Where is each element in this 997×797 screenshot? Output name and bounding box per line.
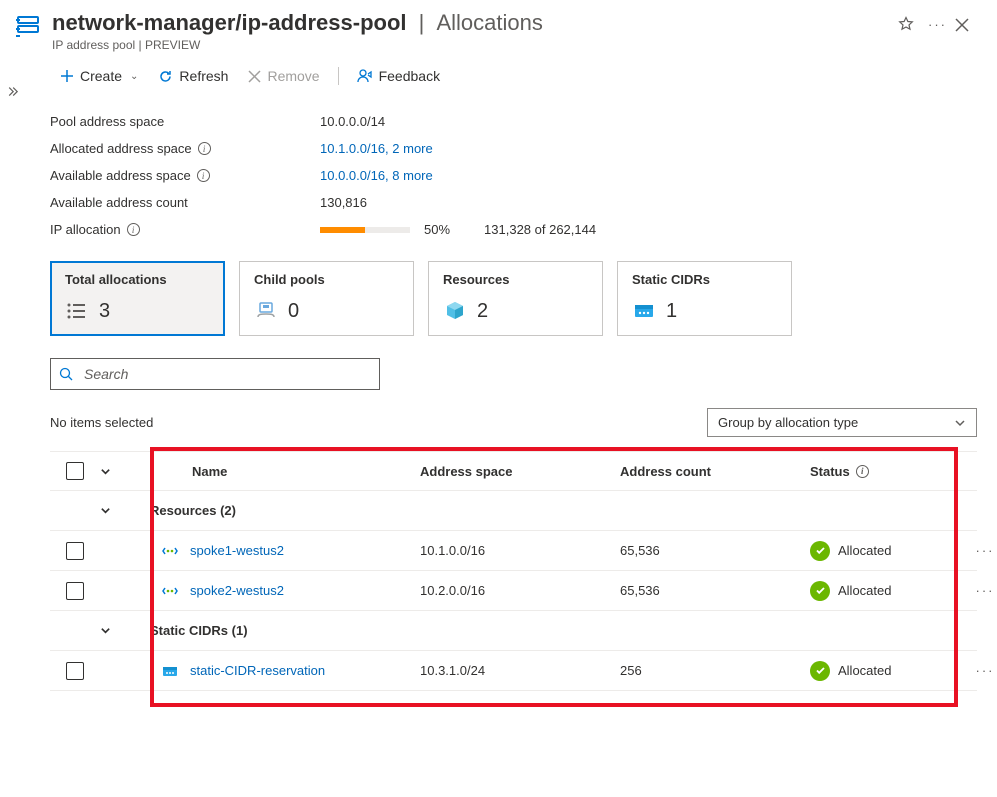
row-checkbox[interactable] [66, 542, 84, 560]
remove-button: Remove [240, 64, 327, 88]
ip-alloc-label: IP allocation i [50, 222, 320, 237]
available-space-label: Available address space i [50, 168, 320, 183]
row-name-link[interactable]: spoke2-westus2 [190, 583, 284, 598]
row-checkbox[interactable] [66, 662, 84, 680]
card-child-pools[interactable]: Child pools 0 [239, 261, 414, 336]
expand-all-toggle[interactable] [100, 466, 150, 477]
pool-icon [254, 299, 278, 323]
group-resources: Resources (2) [150, 503, 997, 518]
available-space-value[interactable]: 10.0.0.0/16, 8 more [320, 168, 433, 183]
header-more-icon[interactable]: ··· [928, 17, 947, 32]
table-row: spoke1-westus2 10.1.0.0/16 65,536 Alloca… [50, 531, 977, 571]
row-more-icon[interactable]: ··· [970, 543, 997, 558]
row-count: 65,536 [620, 583, 810, 598]
row-more-icon[interactable]: ··· [970, 663, 997, 678]
info-icon[interactable]: i [127, 223, 140, 236]
feedback-icon [357, 68, 373, 84]
row-count: 256 [620, 663, 810, 678]
allocations-table: Name Address space Address count Statusi… [50, 451, 977, 691]
search-input-wrapper[interactable] [50, 358, 380, 390]
allocation-progress-bar [320, 227, 410, 233]
page-title: network-manager/ip-address-pool | Alloca… [52, 10, 890, 36]
search-input[interactable] [82, 365, 371, 383]
available-count-value: 130,816 [320, 195, 367, 210]
col-count[interactable]: Address count [620, 464, 810, 479]
row-space: 10.1.0.0/16 [420, 543, 620, 558]
status-success-icon [810, 661, 830, 681]
status-success-icon [810, 581, 830, 601]
group-by-select[interactable]: Group by allocation type [707, 408, 977, 437]
refresh-icon [158, 69, 173, 84]
refresh-button[interactable]: Refresh [150, 64, 236, 88]
resource-icon [14, 14, 42, 42]
chevron-down-icon [954, 417, 966, 429]
remove-icon [248, 70, 261, 83]
pool-space-value: 10.0.0.0/14 [320, 114, 385, 129]
allocated-space-value[interactable]: 10.1.0.0/16, 2 more [320, 141, 433, 156]
row-count: 65,536 [620, 543, 810, 558]
row-space: 10.2.0.0/16 [420, 583, 620, 598]
chevron-down-icon: ⌄ [130, 71, 138, 82]
allocation-detail: 131,328 of 262,144 [484, 222, 596, 237]
toolbar-separator [338, 67, 339, 85]
row-more-icon[interactable]: ··· [970, 583, 997, 598]
row-checkbox[interactable] [66, 582, 84, 600]
feedback-button[interactable]: Feedback [349, 64, 448, 88]
group-static: Static CIDRs (1) [150, 623, 997, 638]
cidr-icon [162, 663, 178, 679]
close-icon[interactable] [947, 14, 977, 36]
table-row: static-CIDR-reservation 10.3.1.0/24 256 … [50, 651, 977, 691]
row-status: Allocated [838, 663, 891, 678]
cidr-icon [632, 299, 656, 323]
select-all-checkbox[interactable] [66, 462, 84, 480]
available-count-label: Available address count [50, 195, 320, 210]
col-status[interactable]: Statusi [810, 464, 970, 479]
info-icon[interactable]: i [197, 169, 210, 182]
status-success-icon [810, 541, 830, 561]
row-status: Allocated [838, 583, 891, 598]
group-toggle[interactable] [100, 625, 150, 636]
list-icon [65, 299, 89, 323]
col-space[interactable]: Address space [420, 464, 620, 479]
vnet-icon [162, 583, 178, 599]
card-resources[interactable]: Resources 2 [428, 261, 603, 336]
expand-handle-icon[interactable] [6, 86, 20, 100]
col-name[interactable]: Name [150, 464, 420, 479]
cube-icon [443, 299, 467, 323]
card-total-allocations[interactable]: Total allocations 3 [50, 261, 225, 336]
plus-icon [60, 69, 74, 83]
pool-space-label: Pool address space [50, 114, 320, 129]
info-icon[interactable]: i [198, 142, 211, 155]
allocation-percent: 50% [424, 222, 450, 237]
search-icon [59, 367, 74, 382]
info-icon[interactable]: i [856, 465, 869, 478]
vnet-icon [162, 543, 178, 559]
page-subtitle: IP address pool | PREVIEW [52, 38, 890, 52]
allocated-space-label: Allocated address space i [50, 141, 320, 156]
group-toggle[interactable] [100, 505, 150, 516]
create-button[interactable]: Create ⌄ [52, 64, 146, 88]
selection-status: No items selected [50, 415, 153, 430]
row-name-link[interactable]: static-CIDR-reservation [190, 663, 325, 678]
card-static-cidrs[interactable]: Static CIDRs 1 [617, 261, 792, 336]
favorite-icon[interactable] [898, 16, 914, 32]
row-space: 10.3.1.0/24 [420, 663, 620, 678]
table-row: spoke2-westus2 10.2.0.0/16 65,536 Alloca… [50, 571, 977, 611]
row-name-link[interactable]: spoke1-westus2 [190, 543, 284, 558]
row-status: Allocated [838, 543, 891, 558]
